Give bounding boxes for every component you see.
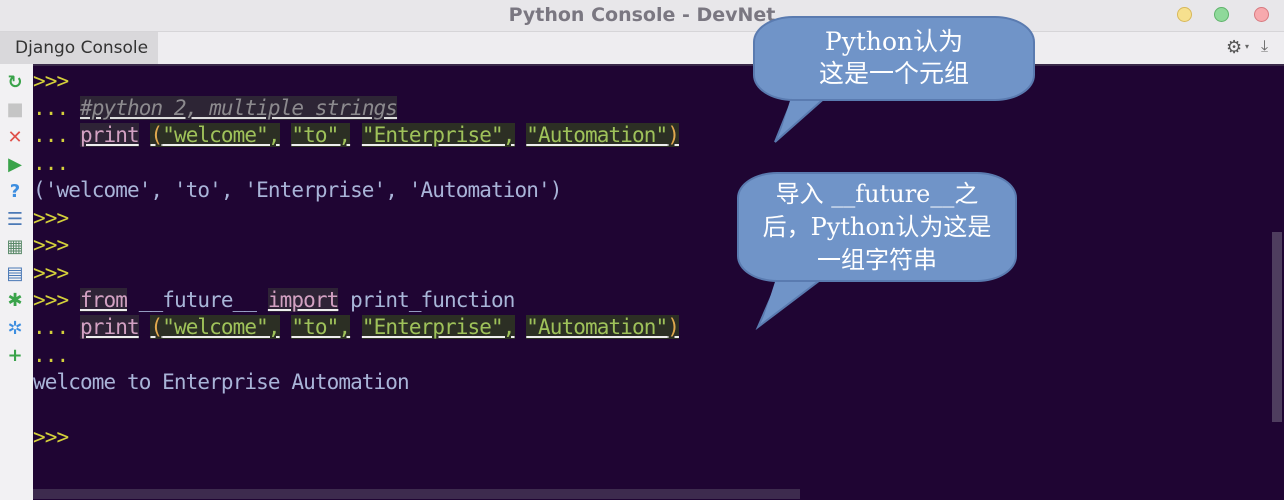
prompt-primary: >>> xyxy=(33,206,69,230)
paren-token: ) xyxy=(667,315,680,339)
string-token: "welcome", xyxy=(162,123,281,147)
paren-token: ) xyxy=(667,123,680,147)
prompt-primary: >>> xyxy=(33,69,69,93)
tab-django-console[interactable]: Django Console xyxy=(0,32,158,64)
output-text: welcome to Enterprise Automation xyxy=(33,370,410,394)
string-token: "Automation" xyxy=(526,315,668,339)
rerun-icon[interactable]: ↻ xyxy=(4,72,26,94)
callout-line: 这是一个元组 xyxy=(818,59,969,88)
string-token: "welcome", xyxy=(162,315,281,339)
hide-panel-icon[interactable]: ⤓ xyxy=(1261,36,1268,56)
keyword-token: import xyxy=(267,288,339,312)
prompt-primary: >>> xyxy=(33,261,69,285)
callout-future-note: 导入 __future__之 后，Python认为这是 一组字符串 xyxy=(737,172,1017,282)
console-line: ... #python 2, multiple strings xyxy=(33,95,398,122)
code-token: print_function xyxy=(338,288,515,312)
keyword-token: print xyxy=(79,123,140,147)
prompt-continuation: ... xyxy=(33,96,69,120)
stop-icon[interactable]: ■ xyxy=(4,99,26,121)
string-token: "Enterprise", xyxy=(361,315,515,339)
console-settings-icon[interactable]: ✲ xyxy=(4,318,26,340)
string-token: "Automation" xyxy=(526,123,668,147)
keyword-token: from xyxy=(79,288,128,312)
console-toolbar: ↻ ■ ✕ ▶? ☰ ▦ ▤ ✱ ✲ + xyxy=(0,64,33,500)
callout-line: 一组字符串 xyxy=(817,246,937,274)
console-line: welcome to Enterprise Automation xyxy=(33,369,410,396)
help-icon[interactable]: ? xyxy=(4,181,26,203)
console-line: >>> xyxy=(33,424,69,451)
console-line: >>> from __future__ import print_functio… xyxy=(33,287,515,314)
tool-window-header: Django Console ⚙ ▾ ⤓ xyxy=(0,32,1284,64)
window-titlebar: Python Console - DevNet xyxy=(0,0,1284,32)
paren-token: ( xyxy=(150,315,163,339)
string-token: "to", xyxy=(291,315,351,339)
console-line: >>> xyxy=(33,68,69,95)
paren-token: ( xyxy=(150,123,163,147)
settings-list-icon[interactable]: ☰ xyxy=(4,209,26,231)
new-console-icon[interactable]: + xyxy=(4,345,26,367)
code-token: __future__ xyxy=(126,288,268,312)
console-line: ... print ("welcome", "to", "Enterprise"… xyxy=(33,122,680,149)
prompt-primary: >>> xyxy=(33,233,69,257)
history-icon[interactable]: ▤ xyxy=(4,263,26,285)
console-line: >>> xyxy=(33,260,69,287)
console-line: ... xyxy=(33,342,69,369)
comment-token: #python 2, multiple strings xyxy=(79,96,398,120)
maximize-button[interactable] xyxy=(1214,7,1229,22)
console-output[interactable]: >>>... #python 2, multiple strings... pr… xyxy=(33,64,1284,500)
console-line: >>> xyxy=(33,205,69,232)
chevron-down-icon[interactable]: ▾ xyxy=(1245,42,1249,51)
settings-gear-icon[interactable]: ⚙ xyxy=(1226,37,1242,58)
keyword-token: print xyxy=(79,315,140,339)
horizontal-scrollbar[interactable] xyxy=(33,489,800,499)
vertical-scrollbar[interactable] xyxy=(1272,232,1282,422)
string-token: "Enterprise", xyxy=(361,123,515,147)
prompt-primary: >>> xyxy=(33,288,69,312)
debug-icon[interactable]: ✱ xyxy=(4,290,26,312)
close-window-button[interactable] xyxy=(1254,7,1269,22)
console-line: ... xyxy=(33,150,69,177)
string-token: "to", xyxy=(291,123,351,147)
console-line: >>> xyxy=(33,232,69,259)
prompt-primary: >>> xyxy=(33,425,69,449)
callout-line: 后，Python认为这是 xyxy=(762,213,992,241)
callout-line: Python认为 xyxy=(824,27,964,56)
console-line: ... print ("welcome", "to", "Enterprise"… xyxy=(33,314,680,341)
window-title: Python Console - DevNet xyxy=(508,4,776,26)
output-text: ('welcome', 'to', 'Enterprise', 'Automat… xyxy=(33,178,562,202)
close-icon[interactable]: ✕ xyxy=(4,127,26,149)
console-line: ('welcome', 'to', 'Enterprise', 'Automat… xyxy=(33,177,562,204)
variables-icon[interactable]: ▦ xyxy=(4,236,26,258)
callout-tuple-note: Python认为 这是一个元组 xyxy=(753,16,1035,101)
prompt-continuation: ... xyxy=(33,123,69,147)
prompt-continuation: ... xyxy=(33,343,69,367)
prompt-continuation: ... xyxy=(33,151,69,175)
prompt-continuation: ... xyxy=(33,315,69,339)
callout-line: 导入 __future__之 xyxy=(775,180,979,208)
minimize-button[interactable] xyxy=(1177,7,1192,22)
execute-icon[interactable]: ▶ xyxy=(4,154,26,176)
